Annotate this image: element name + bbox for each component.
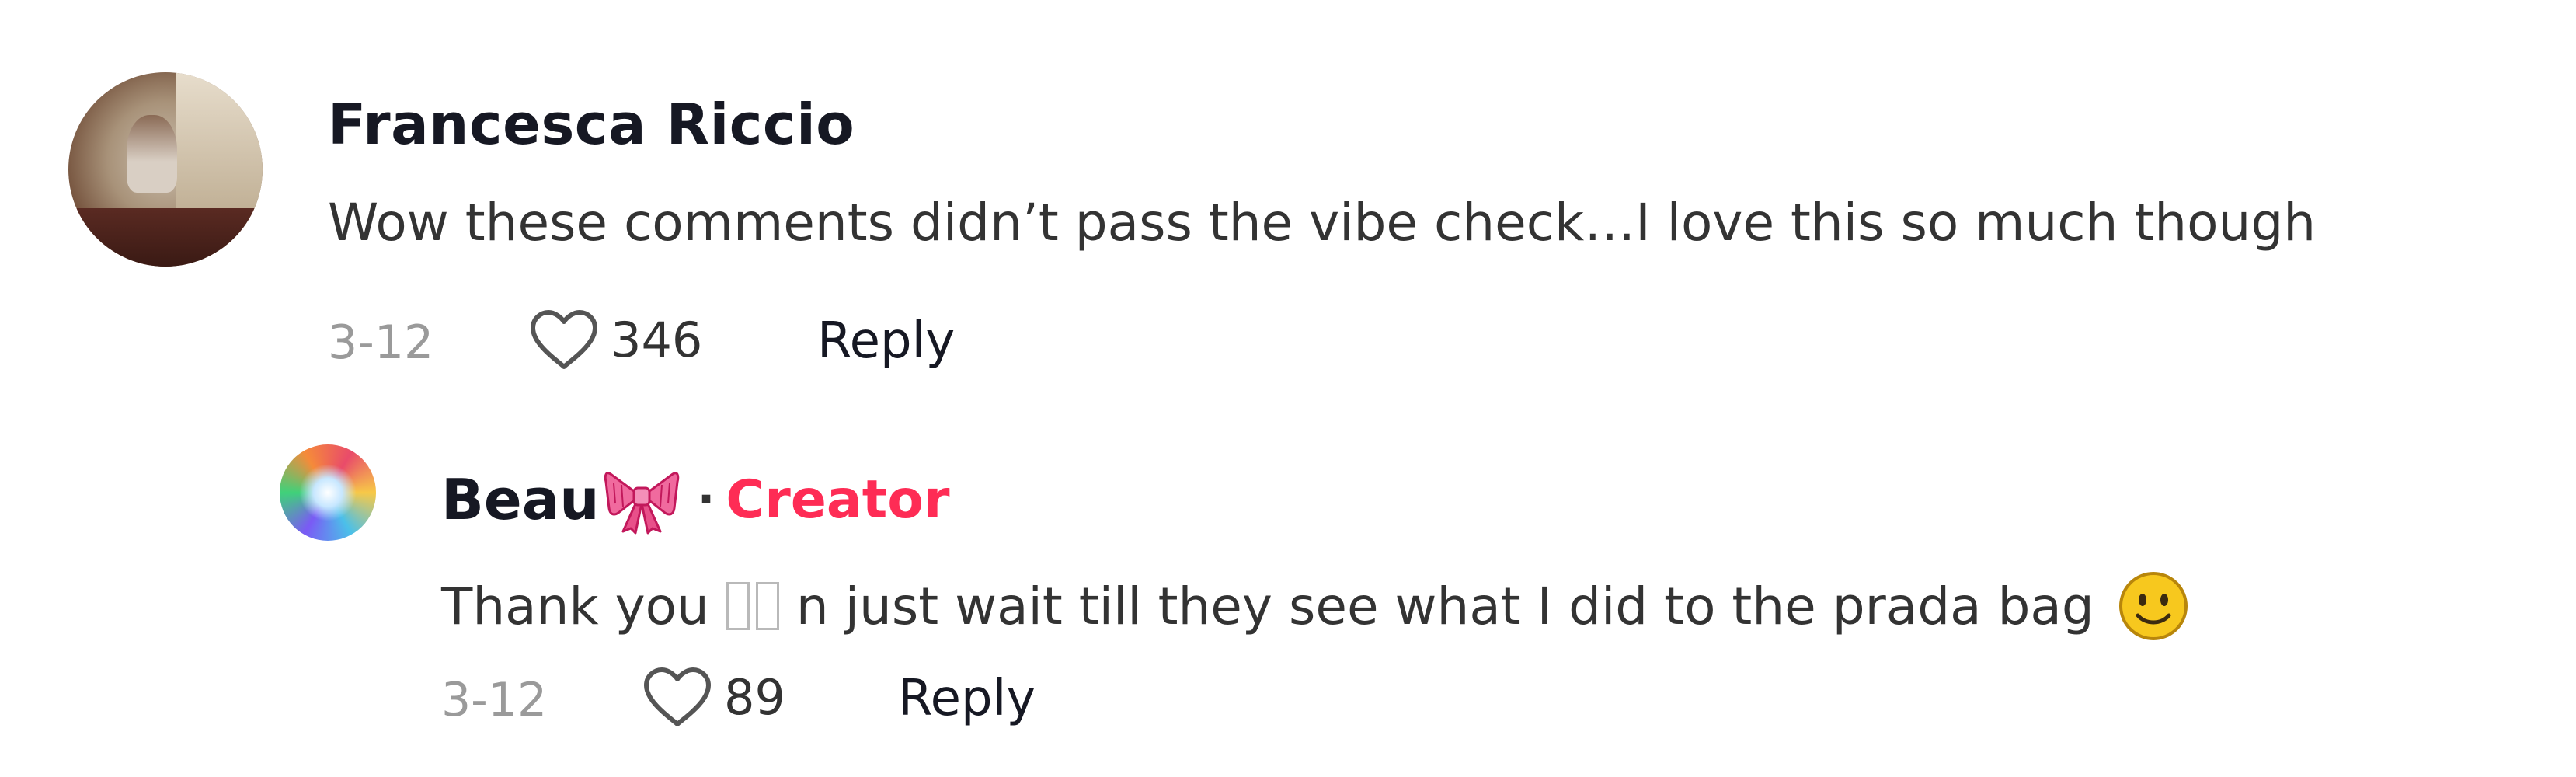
comment-meta-row: 3-12 346 Reply — [328, 305, 1415, 375]
comment-item: Francesca Riccio Wow these comments didn… — [0, 0, 2576, 388]
avatar-photo-highlight — [298, 463, 357, 522]
like-button[interactable]: 346 — [528, 305, 702, 375]
avatar[interactable] — [68, 72, 263, 267]
like-count: 346 — [611, 311, 703, 368]
creator-badge: Creator — [726, 469, 950, 531]
reply-item: Beau · Creator Thank you n just wait til… — [0, 388, 2576, 777]
heart-icon[interactable] — [642, 665, 713, 729]
like-count: 89 — [724, 668, 785, 726]
reply-username[interactable]: Beau — [441, 467, 600, 532]
missing-glyph-box — [755, 582, 779, 630]
heart-icon[interactable] — [528, 308, 600, 371]
avatar-photo-subject — [127, 115, 177, 193]
like-button[interactable]: 89 — [642, 662, 785, 732]
comment-text: Wow these comments didn’t pass the vibe … — [328, 193, 2317, 253]
comment-date: 3-12 — [328, 315, 434, 370]
comments-panel: Francesca Riccio Wow these comments didn… — [0, 0, 2576, 777]
comment-username[interactable]: Francesca Riccio — [328, 92, 855, 157]
reply-meta-row: 3-12 89 Reply — [441, 662, 1529, 732]
missing-glyph-icon — [723, 582, 782, 630]
avatar-photo-background — [175, 72, 263, 218]
reply-date: 3-12 — [441, 673, 548, 727]
separator-dot: · — [697, 472, 715, 527]
reply-button[interactable]: Reply — [817, 312, 955, 370]
reply-text-start: Thank you — [441, 576, 709, 636]
reply-button[interactable]: Reply — [898, 670, 1036, 727]
reply-text: Thank you n just wait till they see what… — [441, 563, 2189, 649]
missing-glyph-box — [726, 582, 750, 630]
avatar-photo-foreground — [68, 208, 263, 267]
reply-header: Beau · Creator — [441, 457, 950, 542]
slightly-smiling-face-icon — [2118, 572, 2188, 640]
avatar[interactable] — [280, 444, 376, 541]
reply-text-end: n just wait till they see what I did to … — [795, 576, 2094, 636]
ribbon-bow-icon — [604, 472, 679, 535]
